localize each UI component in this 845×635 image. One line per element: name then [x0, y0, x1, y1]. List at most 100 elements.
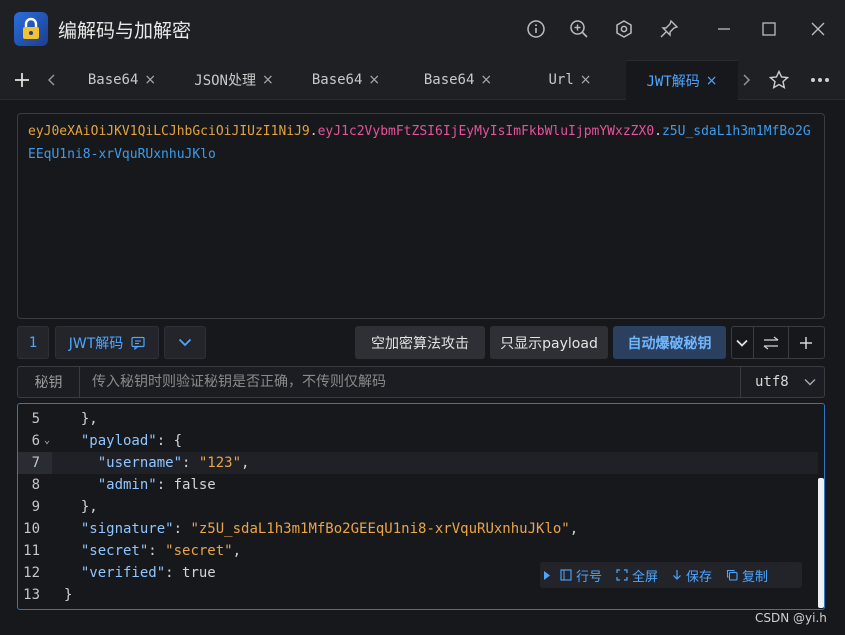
json-punct: : [173, 521, 191, 537]
copy-icon [726, 569, 738, 581]
tab-close-icon[interactable]: × [368, 72, 380, 88]
scrollbar-thumb[interactable] [818, 478, 824, 608]
code-text: "signature": "z5U_sdaL1h3m1MfBo2GEEqU1ni… [64, 518, 578, 540]
chevron-right-icon [743, 74, 750, 86]
tab-close-icon[interactable]: × [144, 72, 156, 88]
json-punct [64, 455, 98, 471]
tab[interactable]: Base64 × [402, 60, 514, 100]
token-count-badge[interactable]: 1 [17, 326, 49, 359]
chevron-down-icon [804, 379, 816, 386]
pin-icon[interactable] [657, 17, 681, 41]
line-number: 7 [18, 452, 52, 474]
settings-icon[interactable] [612, 17, 636, 41]
auto-brute-force-button[interactable]: 自动爆破秘钥 [613, 326, 726, 359]
toolbar-action-group [731, 326, 825, 359]
code-line: 10 "signature": "z5U_sdaL1h3m1MfBo2GEEqU… [18, 518, 818, 540]
new-tab-button[interactable] [8, 60, 36, 100]
plus-icon [15, 73, 29, 87]
tab-close-icon[interactable]: × [262, 72, 274, 88]
jwt-payload-segment: eyJ1c2VybmFtZSI6IjEyMyIsImFkbWluIjpmYWxz… [317, 124, 655, 139]
plus-icon [800, 336, 813, 349]
tab[interactable]: JWT解码 × [626, 60, 738, 100]
line-number: 12 [23, 565, 40, 581]
payload-only-button[interactable]: 只显示payload [490, 326, 608, 359]
tab-label: Base64 [87, 72, 139, 88]
scroll-tabs-right-button[interactable] [736, 60, 756, 100]
code-text: } [64, 584, 72, 606]
tab-close-icon[interactable]: × [480, 72, 492, 88]
info-icon[interactable] [524, 17, 548, 41]
json-string: "z5U_sdaL1h3m1MfBo2GEEqU1ni8-xrVquRUxnhu… [190, 521, 570, 537]
more-button[interactable] [806, 60, 834, 100]
add-button[interactable] [789, 327, 824, 358]
tab[interactable]: Base64 × [290, 60, 402, 100]
decoded-output-editor[interactable]: 5 }, 6 ⌄ "payload": {7 "username": "123", 8… [17, 403, 825, 610]
tab-close-icon[interactable]: × [706, 73, 718, 89]
chevron-down-icon [178, 338, 192, 347]
tab-bar: Base64 × JSON处理 × Base64 × Base64 × Url × JWT解码 × [0, 60, 845, 100]
json-punct: : false [156, 477, 216, 493]
code-line: 5 }, [18, 408, 818, 430]
jwt-separator: . [654, 124, 662, 139]
secret-row: 秘钥 utf8 [17, 366, 825, 398]
json-punct: , [569, 521, 579, 537]
swap-button[interactable] [754, 327, 789, 358]
tab[interactable]: Base64 × [66, 60, 178, 100]
maximize-icon[interactable] [757, 17, 781, 41]
comment-icon [131, 336, 145, 350]
code-text: "payload": { [64, 430, 182, 452]
secret-input[interactable] [80, 367, 740, 397]
encoding-select[interactable]: utf8 [740, 367, 824, 397]
json-punct: }, [64, 411, 98, 427]
line-number: 11 [23, 543, 40, 559]
tab-close-icon[interactable]: × [580, 72, 592, 88]
fold-toggle-icon[interactable]: ⌄ [44, 430, 50, 452]
title-bar: 编解码与加解密 [0, 0, 845, 58]
secret-label: 秘钥 [18, 367, 80, 397]
tab-label: Base64 [311, 72, 363, 88]
code-line: 11 "secret": "secret", [18, 540, 818, 562]
json-punct: } [64, 587, 73, 603]
minimize-icon[interactable] [712, 17, 736, 41]
chevron-left-icon [48, 74, 55, 86]
json-punct: }, [64, 499, 98, 515]
json-key: "verified" [80, 565, 166, 581]
none-algorithm-attack-button[interactable]: 空加密算法攻击 [355, 326, 485, 359]
json-string: "123" [198, 455, 242, 471]
mode-dropdown-button[interactable] [164, 326, 206, 359]
code-text: "admin": false [64, 474, 216, 496]
download-icon [673, 570, 681, 580]
json-punct [64, 477, 98, 493]
chevron-down-icon [736, 339, 748, 347]
code-text: }, [64, 408, 98, 430]
expand-toolbar-icon[interactable] [544, 570, 550, 580]
json-punct [64, 565, 81, 581]
json-punct: : [182, 455, 199, 471]
options-dropdown-button[interactable] [732, 327, 754, 358]
tab-label: JSON处理 [194, 73, 256, 89]
tab[interactable]: JSON处理 × [178, 60, 290, 100]
fullscreen-button[interactable]: 全屏 [616, 566, 658, 585]
close-icon[interactable] [806, 17, 830, 41]
tab-label: Base64 [423, 72, 475, 88]
tab[interactable]: Url × [514, 60, 626, 100]
encoding-value: utf8 [755, 374, 789, 390]
copy-button[interactable]: 复制 [726, 566, 768, 585]
app-title: 编解码与加解密 [58, 20, 192, 42]
jwt-input[interactable]: eyJ0eXAiOiJKV1QiLCJhbGciOiJIUzI1NiJ9.eyJ… [17, 113, 825, 319]
save-button[interactable]: 保存 [672, 566, 712, 585]
json-punct: , [232, 543, 242, 559]
json-key: "secret" [80, 543, 149, 559]
watermark: CSDN @yi.h [755, 611, 827, 625]
swap-icon [763, 335, 779, 350]
scroll-tabs-left-button[interactable] [42, 60, 62, 100]
zoom-in-icon[interactable] [567, 17, 591, 41]
json-key: "payload" [80, 433, 157, 449]
line-numbers-button[interactable]: 行号 [560, 566, 602, 585]
star-icon [769, 70, 789, 90]
json-string: "secret" [165, 543, 233, 559]
mode-button[interactable]: JWT解码 [55, 326, 159, 359]
favorite-button[interactable] [766, 60, 792, 100]
json-key: "signature" [80, 521, 174, 537]
mode-label: JWT解码 [68, 335, 124, 352]
